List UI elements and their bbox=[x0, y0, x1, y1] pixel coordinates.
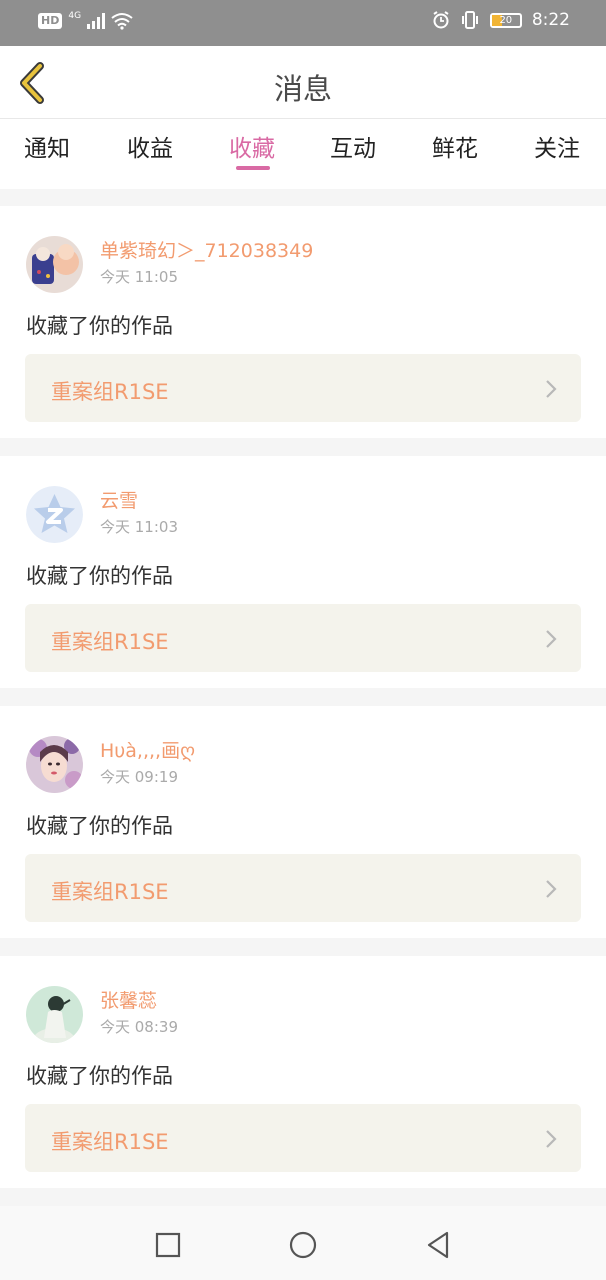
tab-favorites[interactable]: 收藏 bbox=[229, 129, 275, 163]
username[interactable]: 云雪 bbox=[100, 486, 138, 513]
active-tab-indicator bbox=[236, 166, 270, 170]
avatar[interactable] bbox=[26, 986, 83, 1043]
battery-icon: 20 bbox=[489, 12, 522, 28]
chevron-right-icon bbox=[546, 1130, 557, 1148]
tab-bar: 通知 收益 收藏 互动 鲜花 关注 bbox=[0, 119, 606, 189]
message-card: 单紫琦幻＞_712038349 今天 11:05 收藏了你的作品 重案组R1SE bbox=[0, 206, 606, 438]
timestamp: 今天 09:19 bbox=[100, 768, 178, 786]
status-bar-right: 20 8:22 bbox=[432, 10, 570, 30]
work-link[interactable]: 重案组R1SE bbox=[25, 604, 581, 672]
username[interactable]: Hυà,,,,画ღ bbox=[100, 736, 195, 763]
work-title: 重案组R1SE bbox=[51, 630, 169, 654]
username[interactable]: 单紫琦幻＞_712038349 bbox=[100, 236, 313, 263]
circle-icon[interactable] bbox=[288, 1230, 318, 1260]
hd-badge: HD bbox=[38, 13, 63, 29]
action-text: 收藏了你的作品 bbox=[26, 564, 173, 588]
timestamp: 今天 11:05 bbox=[100, 268, 178, 286]
tab-interactions[interactable]: 互动 bbox=[330, 129, 376, 163]
avatar[interactable] bbox=[26, 236, 83, 293]
battery-level: 20 bbox=[499, 14, 513, 26]
wifi-icon bbox=[111, 13, 133, 30]
work-title: 重案组R1SE bbox=[51, 1130, 169, 1154]
system-nav-bar bbox=[0, 1206, 606, 1280]
message-card: Hυà,,,,画ღ 今天 09:19 收藏了你的作品 重案组R1SE bbox=[0, 706, 606, 938]
work-link[interactable]: 重案组R1SE bbox=[25, 354, 581, 422]
triangle-back-icon[interactable] bbox=[423, 1230, 453, 1260]
work-link[interactable]: 重案组R1SE bbox=[25, 1104, 581, 1172]
chevron-right-icon bbox=[546, 380, 557, 398]
tab-flowers[interactable]: 鲜花 bbox=[432, 129, 478, 163]
signal-icon bbox=[87, 13, 106, 29]
vibrate-icon bbox=[461, 11, 478, 29]
app-header: 消息 bbox=[0, 46, 606, 119]
clock: 8:22 bbox=[531, 10, 570, 30]
tab-earnings[interactable]: 收益 bbox=[127, 129, 173, 163]
username[interactable]: 张馨蕊 bbox=[100, 986, 157, 1013]
timestamp: 今天 11:03 bbox=[100, 518, 178, 536]
action-text: 收藏了你的作品 bbox=[26, 814, 173, 838]
action-text: 收藏了你的作品 bbox=[26, 1064, 173, 1088]
work-title: 重案组R1SE bbox=[51, 880, 169, 904]
timestamp: 今天 08:39 bbox=[100, 1018, 178, 1036]
alarm-icon bbox=[433, 11, 449, 29]
chevron-right-icon bbox=[546, 630, 557, 648]
work-link[interactable]: 重案组R1SE bbox=[25, 854, 581, 922]
chevron-right-icon bbox=[546, 880, 557, 898]
tab-follows[interactable]: 关注 bbox=[534, 129, 580, 163]
square-icon[interactable] bbox=[153, 1230, 183, 1260]
avatar[interactable] bbox=[26, 736, 83, 793]
avatar[interactable] bbox=[26, 486, 83, 543]
message-card: 张馨蕊 今天 08:39 收藏了你的作品 重案组R1SE bbox=[0, 956, 606, 1188]
network-type: 4G bbox=[68, 11, 82, 21]
page-title: 消息 bbox=[273, 72, 332, 106]
action-text: 收藏了你的作品 bbox=[26, 314, 173, 338]
status-bar: HD 4G 20 8:22 bbox=[0, 0, 606, 46]
tab-notifications[interactable]: 通知 bbox=[24, 129, 70, 163]
status-bar-left: HD 4G bbox=[38, 11, 133, 30]
work-title: 重案组R1SE bbox=[51, 380, 169, 404]
message-card: 云雪 今天 11:03 收藏了你的作品 重案组R1SE bbox=[0, 456, 606, 688]
